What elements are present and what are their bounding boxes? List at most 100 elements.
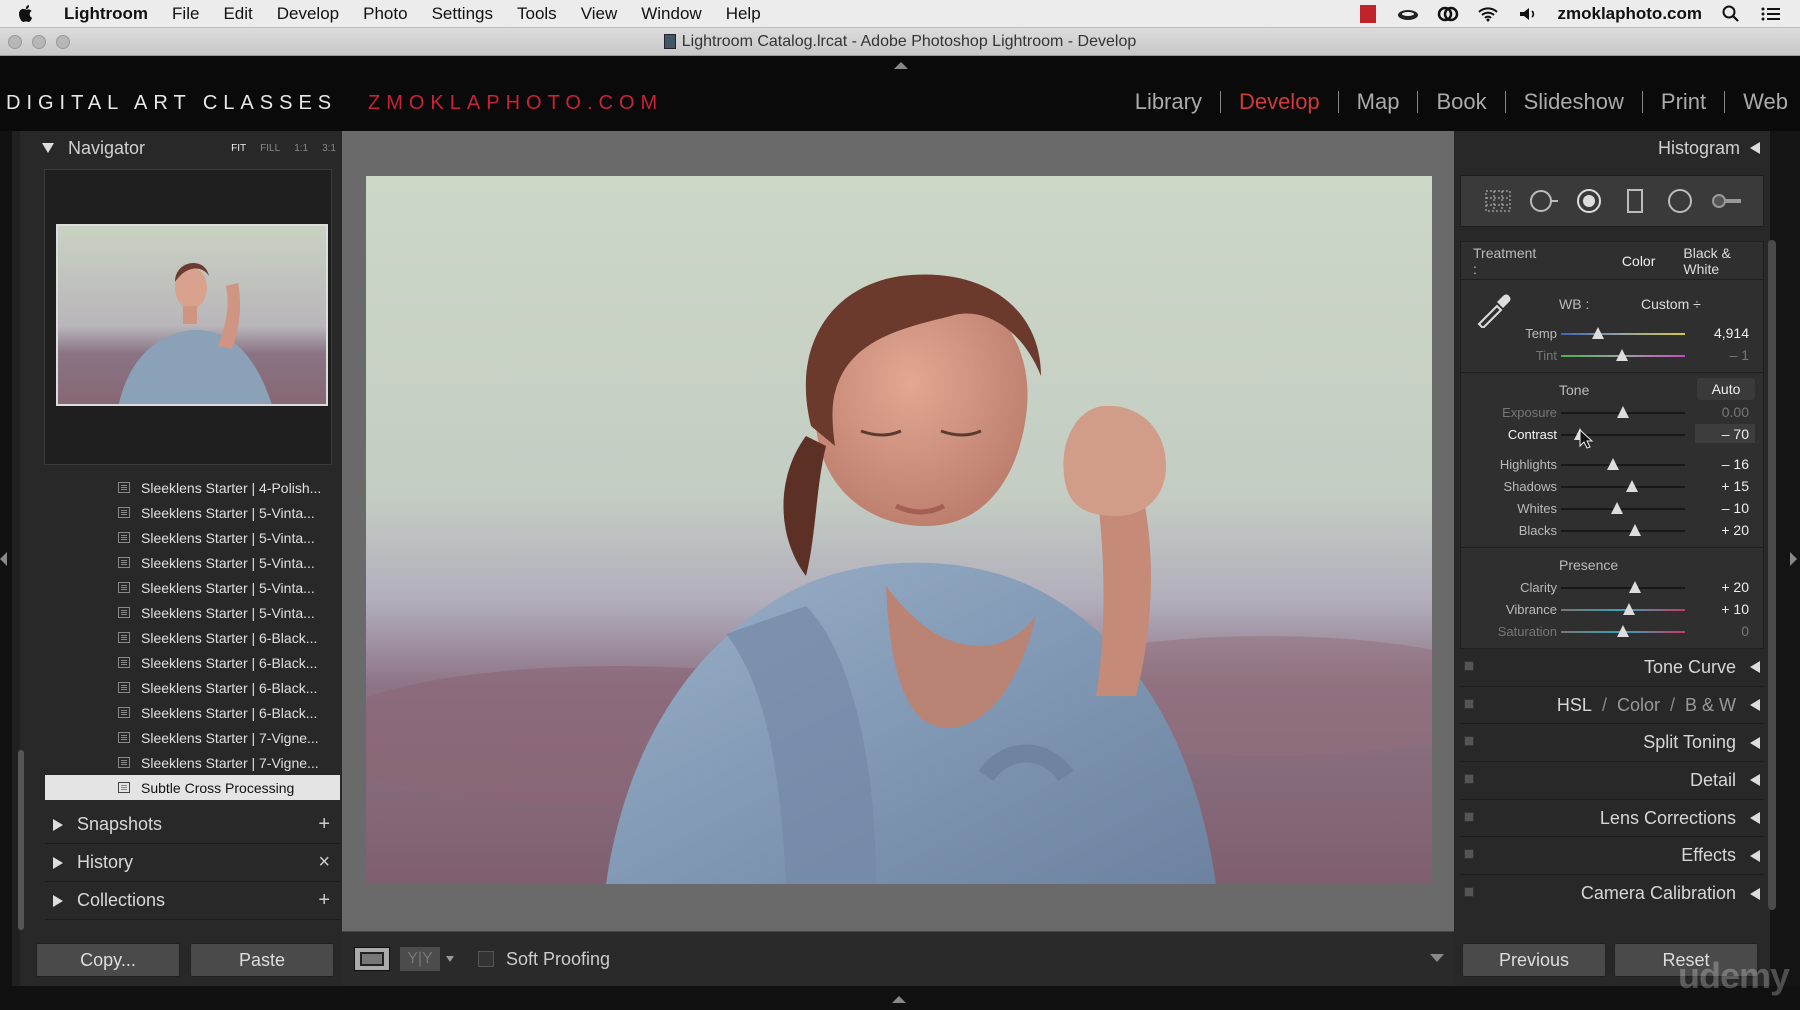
zoom-fit[interactable]: FIT xyxy=(231,143,246,154)
module-map[interactable]: Map xyxy=(1357,89,1400,115)
camera-calibration-panel-header[interactable]: Camera Calibration xyxy=(1460,875,1764,913)
red-eye-icon[interactable] xyxy=(1574,188,1604,214)
preset-item[interactable]: Sleeklens Starter | 5-Vinta... xyxy=(45,600,340,625)
slider-value[interactable]: – 70 xyxy=(1722,426,1749,442)
slider-value[interactable]: + 15 xyxy=(1721,478,1749,494)
before-after-dropdown-icon[interactable] xyxy=(446,956,454,962)
panel-switch[interactable] xyxy=(1464,811,1474,822)
minimize-window-button[interactable] xyxy=(32,35,46,49)
temp-track[interactable] xyxy=(1561,333,1685,335)
module-slideshow[interactable]: Slideshow xyxy=(1524,89,1624,115)
zoom-fill[interactable]: FILL xyxy=(260,143,280,154)
slider-thumb[interactable] xyxy=(1617,406,1629,418)
preset-item[interactable]: Sleeklens Starter | 5-Vinta... xyxy=(45,550,340,575)
menu-photo[interactable]: Photo xyxy=(363,4,407,24)
preset-item[interactable]: Sleeklens Starter | 5-Vinta... xyxy=(45,525,340,550)
menu-help[interactable]: Help xyxy=(726,4,761,24)
add-snapshot-button[interactable]: + xyxy=(318,813,330,836)
copy-button[interactable]: Copy... xyxy=(36,943,180,977)
slider-thumb[interactable] xyxy=(1623,603,1636,615)
panel-switch[interactable] xyxy=(1464,698,1474,709)
effects-panel-header[interactable]: Effects xyxy=(1460,837,1764,876)
slider-value[interactable]: – 10 xyxy=(1722,500,1749,516)
zoom-3-1[interactable]: 3:1 xyxy=(322,143,336,154)
add-collection-button[interactable]: + xyxy=(318,889,330,912)
adjustment-brush-icon[interactable] xyxy=(1711,188,1742,214)
left-panel-scrollbar[interactable] xyxy=(18,750,24,930)
slider-track[interactable] xyxy=(1561,508,1685,510)
slider-thumb[interactable] xyxy=(1629,524,1642,536)
preset-item[interactable]: Sleeklens Starter | 7-Vigne... xyxy=(45,750,340,775)
toolbar-options-icon[interactable] xyxy=(1430,954,1444,962)
slider-thumb[interactable] xyxy=(1607,458,1620,470)
slider-thumb[interactable] xyxy=(1592,327,1605,339)
navigator-header[interactable]: Navigator FIT FILL 1:1 3:1 xyxy=(20,131,342,165)
preset-item[interactable]: Sleeklens Starter | 5-Vinta... xyxy=(45,575,340,600)
menu-view[interactable]: View xyxy=(581,4,618,24)
preset-item[interactable]: Sleeklens Starter | 6-Black... xyxy=(45,700,340,725)
spotlight-search-icon[interactable] xyxy=(1720,5,1742,23)
slider-thumb[interactable] xyxy=(1615,349,1628,361)
collapse-top-panel-arrow[interactable] xyxy=(894,62,908,69)
preset-item[interactable]: Sleeklens Starter | 4-Polish... xyxy=(45,475,340,500)
preset-item-selected[interactable]: Subtle Cross Processing xyxy=(45,775,340,800)
slider-whites[interactable]: Whites – 10 xyxy=(1461,497,1763,519)
collections-panel-header[interactable]: Collections + xyxy=(45,882,340,920)
before-after-button[interactable]: Y|Y xyxy=(400,947,440,971)
slider-value[interactable]: 0.00 xyxy=(1722,404,1749,420)
previous-button[interactable]: Previous xyxy=(1462,943,1606,977)
history-panel-header[interactable]: History × xyxy=(45,844,340,882)
paste-button[interactable]: Paste xyxy=(190,943,334,977)
navigator-thumbnail[interactable] xyxy=(56,224,328,406)
main-photo[interactable] xyxy=(366,176,1432,884)
slider-value[interactable]: 4,914 xyxy=(1714,325,1749,341)
auto-tone-button[interactable]: Auto xyxy=(1697,378,1755,400)
snapshots-panel-header[interactable]: Snapshots + xyxy=(45,806,340,844)
close-window-button[interactable] xyxy=(8,35,22,49)
cloud-icon[interactable] xyxy=(1397,5,1419,23)
slider-contrast[interactable]: Contrast – 70 xyxy=(1461,423,1763,449)
panel-switch[interactable] xyxy=(1464,661,1474,671)
volume-icon[interactable] xyxy=(1517,5,1539,23)
soft-proofing-checkbox[interactable] xyxy=(478,951,494,967)
slider-value[interactable]: – 1 xyxy=(1730,347,1749,363)
slider-clarity[interactable]: Clarity + 20 xyxy=(1461,576,1763,598)
slider-saturation[interactable]: Saturation 0 xyxy=(1461,620,1763,642)
menu-window[interactable]: Window xyxy=(641,4,701,24)
slider-value[interactable]: + 20 xyxy=(1721,579,1749,595)
histogram-header[interactable]: Histogram xyxy=(1454,131,1770,165)
panel-switch[interactable] xyxy=(1464,736,1474,747)
slider-shadows[interactable]: Shadows + 15 xyxy=(1461,475,1763,497)
spot-removal-icon[interactable] xyxy=(1528,188,1559,214)
apple-icon[interactable] xyxy=(18,4,46,23)
lens-corrections-panel-header[interactable]: Lens Corrections xyxy=(1460,800,1764,838)
slider-thumb[interactable] xyxy=(1625,480,1638,492)
split-toning-panel-header[interactable]: Split Toning xyxy=(1460,724,1764,763)
slider-thumb[interactable] xyxy=(1610,502,1623,514)
slider-tint[interactable]: Tint – 1 xyxy=(1461,344,1763,366)
slider-thumb[interactable] xyxy=(1629,581,1642,593)
zoom-1-1[interactable]: 1:1 xyxy=(294,143,308,154)
slider-blacks[interactable]: Blacks + 20 xyxy=(1461,519,1763,541)
slider-value[interactable]: – 16 xyxy=(1722,456,1749,472)
module-web[interactable]: Web xyxy=(1743,89,1788,115)
radial-filter-icon[interactable] xyxy=(1665,188,1695,214)
slider-value[interactable]: + 10 xyxy=(1721,601,1749,617)
collapse-right-panel-arrow[interactable] xyxy=(1790,552,1797,566)
menu-settings[interactable]: Settings xyxy=(432,4,493,24)
menu-edit[interactable]: Edit xyxy=(223,4,252,24)
expand-filmstrip-arrow[interactable] xyxy=(892,996,906,1003)
slider-value[interactable]: 0 xyxy=(1741,623,1749,639)
preset-item[interactable]: Sleeklens Starter | 7-Vigne... xyxy=(45,725,340,750)
slider-value[interactable]: + 20 xyxy=(1721,522,1749,538)
slider-track[interactable] xyxy=(1561,464,1685,466)
panel-switch[interactable] xyxy=(1464,774,1474,785)
tone-curve-panel-header[interactable]: Tone Curve xyxy=(1460,649,1764,687)
crop-grid-icon[interactable] xyxy=(1483,188,1513,214)
preset-item[interactable]: Sleeklens Starter | 6-Black... xyxy=(45,675,340,700)
preset-item[interactable]: Sleeklens Starter | 6-Black... xyxy=(45,650,340,675)
hsl-tab[interactable]: HSL xyxy=(1557,695,1592,716)
slider-track[interactable] xyxy=(1561,486,1685,488)
clear-history-button[interactable]: × xyxy=(318,851,330,874)
color-tab[interactable]: Color xyxy=(1617,695,1660,716)
